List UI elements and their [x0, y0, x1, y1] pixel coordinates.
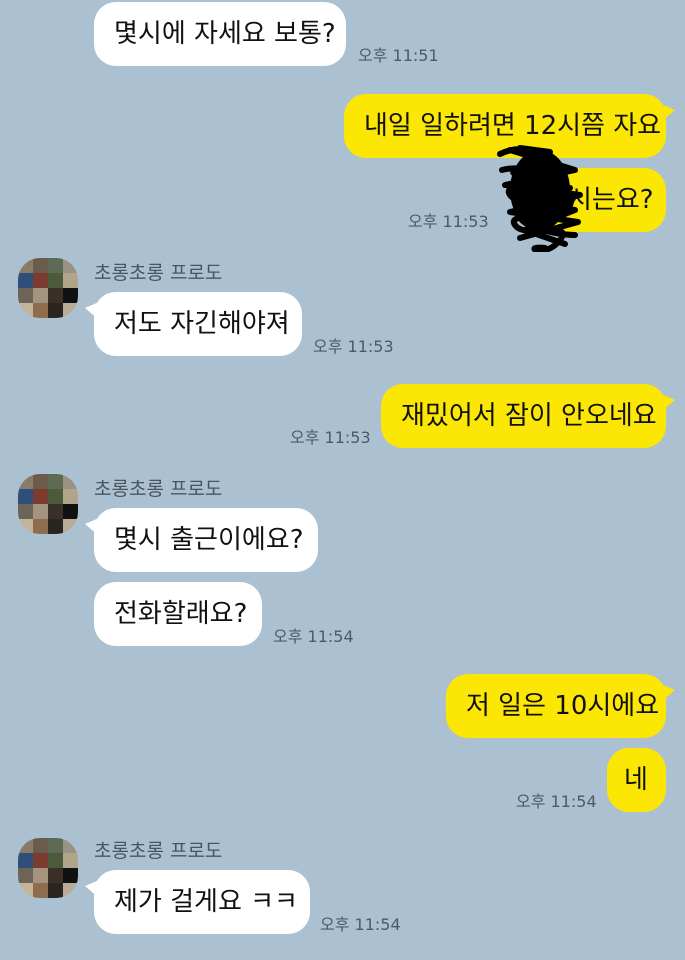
- redaction-scribble: [497, 145, 583, 252]
- message-timestamp: 오후 11:53: [290, 428, 371, 447]
- sender-name: 초롱초롱 프로도: [94, 840, 223, 862]
- message-text: 내일 일하려면 12시쯤 자요: [364, 111, 662, 141]
- message-text: 저 일은 10시에요: [466, 691, 660, 721]
- message-bubble-incoming[interactable]: 저도 자긴해야져: [85, 292, 302, 356]
- message-timestamp: 오후 11:53: [408, 212, 489, 231]
- message-timestamp: 오후 11:54: [516, 792, 597, 811]
- profile-avatar[interactable]: [18, 474, 78, 534]
- message-bubble-outgoing[interactable]: 네: [607, 748, 666, 812]
- message-text: 전화할래요?: [114, 599, 248, 629]
- message-text: 제가 걸게요 ㅋㅋ: [114, 887, 298, 917]
- message-text: 재밌어서 잠이 안오네요: [401, 401, 657, 431]
- sender-name: 초롱초롱 프로도: [94, 478, 223, 500]
- message-text: 몇시 출근이에요?: [114, 525, 304, 555]
- message-text: 네: [624, 765, 648, 795]
- message-bubble-incoming[interactable]: 제가 걸게요 ㅋㅋ: [85, 870, 310, 934]
- message-bubble-outgoing[interactable]: 저 일은 10시에요: [446, 674, 675, 738]
- sender-name: 초롱초롱 프로도: [94, 262, 223, 284]
- message-bubble-incoming[interactable]: 몇시에 자세요 보통?: [94, 2, 346, 66]
- profile-avatar[interactable]: [18, 838, 78, 898]
- message-bubble-incoming[interactable]: 전화할래요?: [94, 582, 262, 646]
- message-text: 저도 자긴해야져: [114, 309, 290, 339]
- message-bubble-incoming[interactable]: 몇시 출근이에요?: [85, 508, 318, 572]
- profile-avatar[interactable]: [18, 258, 78, 318]
- message-timestamp: 오후 11:54: [320, 915, 401, 934]
- message-timestamp: 오후 11:51: [358, 46, 439, 65]
- message-bubble-outgoing[interactable]: 재밌어서 잠이 안오네요: [381, 384, 675, 448]
- message-timestamp: 오후 11:54: [273, 627, 354, 646]
- message-timestamp: 오후 11:53: [313, 337, 394, 356]
- message-text: 몇시에 자세요 보통?: [114, 19, 336, 49]
